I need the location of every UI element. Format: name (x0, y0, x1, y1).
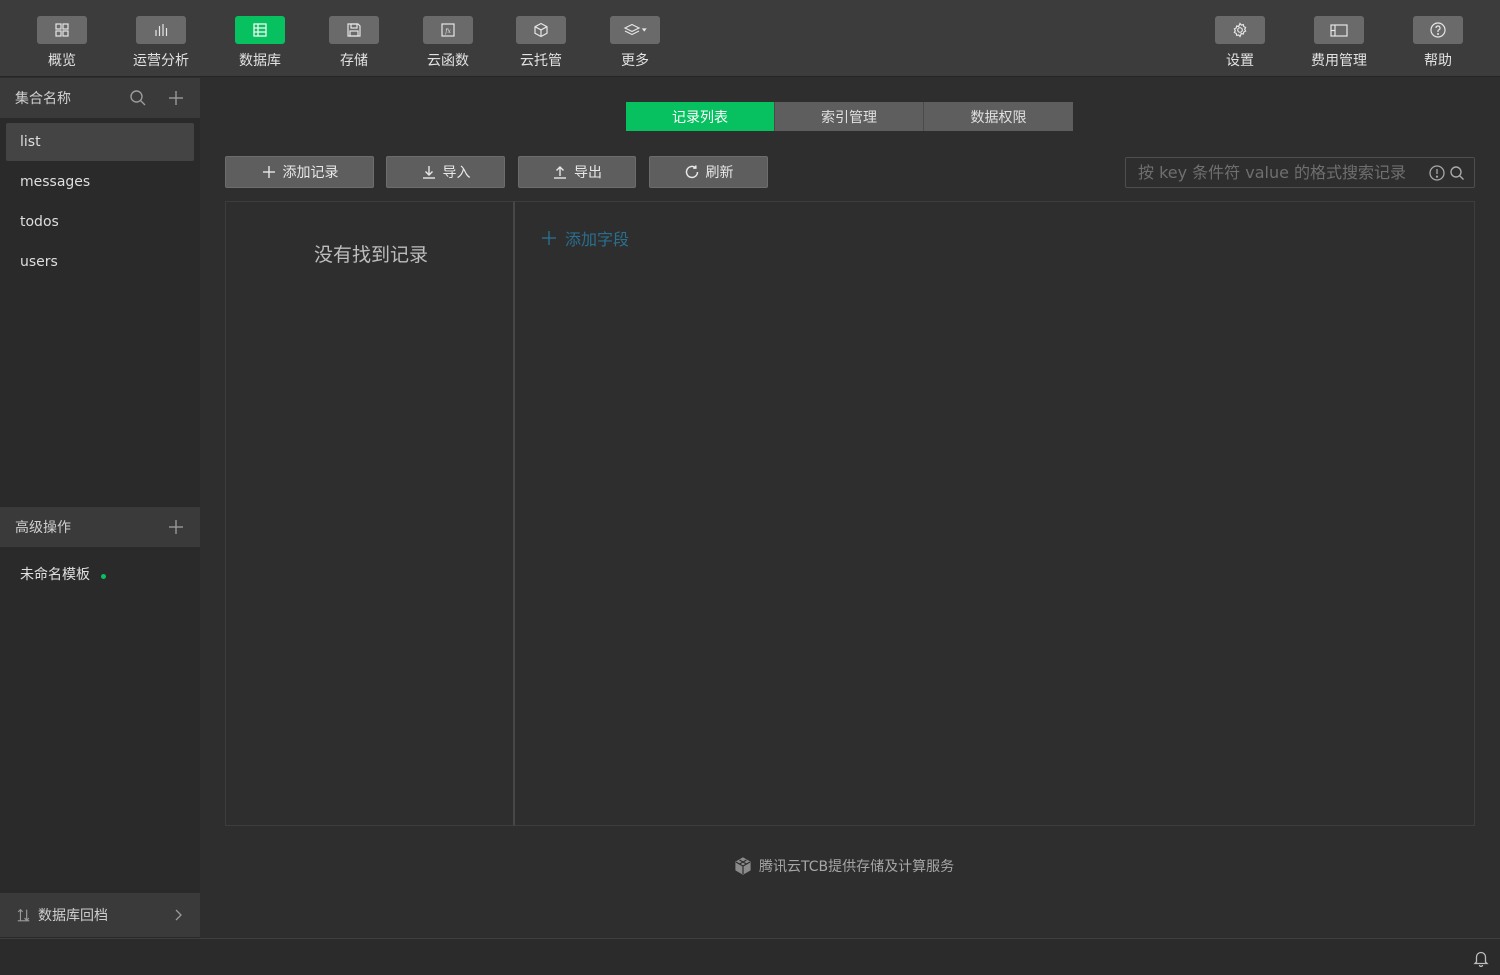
cube-icon (516, 16, 566, 44)
search-icon[interactable] (128, 88, 148, 108)
add-field-label: 添加字段 (565, 230, 630, 249)
record-search (1125, 157, 1475, 188)
collection-name: users (20, 254, 58, 270)
status-bar (0, 938, 1500, 975)
advanced-operations-label: 高级操作 (15, 520, 71, 536)
toolbar-overview-label: 概览 (48, 53, 76, 69)
collection-item-list[interactable]: list (6, 123, 194, 161)
refresh-label: 刷新 (705, 165, 734, 181)
gear-icon (1215, 16, 1265, 44)
info-circle-icon[interactable] (1428, 164, 1446, 182)
tab-index-management[interactable]: 索引管理 (775, 102, 924, 131)
svg-text:fx: fx (444, 28, 451, 35)
collection-name: list (20, 134, 41, 150)
add-template-icon[interactable] (166, 517, 186, 537)
add-collection-icon[interactable] (166, 88, 186, 108)
toolbar-storage-button[interactable]: 存储 (309, 16, 399, 72)
export-button[interactable]: 导出 (518, 156, 636, 188)
function-icon: fx (423, 16, 473, 44)
upload-icon (554, 166, 566, 179)
collection-name: todos (20, 214, 59, 230)
collections-header-label: 集合名称 (15, 91, 71, 107)
record-list-pane: 没有找到记录 (225, 201, 515, 826)
advanced-operations-header: 高级操作 (0, 507, 200, 547)
collections-header: 集合名称 (0, 78, 200, 118)
tab-data-permissions[interactable]: 数据权限 (924, 102, 1073, 131)
billing-icon (1314, 16, 1364, 44)
template-name: 未命名模板 (20, 567, 90, 583)
layers-dropdown-icon (610, 16, 660, 44)
bar-chart-icon (136, 16, 186, 44)
search-icon[interactable] (1448, 164, 1466, 182)
toolbar-analytics-label: 运营分析 (133, 53, 189, 69)
template-item-unnamed[interactable]: 未命名模板 (20, 564, 106, 584)
toolbar-billing-button[interactable]: 费用管理 (1294, 16, 1384, 72)
toolbar-more-label: 更多 (621, 53, 649, 69)
import-button[interactable]: 导入 (386, 156, 505, 188)
chevron-right-icon (175, 909, 182, 921)
toolbar-settings-button[interactable]: 设置 (1195, 16, 1285, 72)
help-circle-icon (1413, 16, 1463, 44)
toolbar-overview-button[interactable]: 概览 (17, 16, 107, 72)
tab-record-list[interactable]: 记录列表 (626, 102, 775, 131)
tcb-logo-icon (735, 857, 751, 875)
main-panel: 记录列表 索引管理 数据权限 添加记录 导入 导出 刷新 没有找到记录 添加字段 (200, 78, 1500, 938)
toolbar-database-button[interactable]: 数据库 (215, 16, 305, 72)
download-icon (422, 166, 435, 179)
add-record-label: 添加记录 (282, 165, 339, 181)
empty-records-message: 没有找到记录 (313, 244, 428, 266)
collection-item-users[interactable]: users (6, 243, 194, 281)
record-search-input[interactable] (1126, 158, 1422, 187)
toolbar-help-button[interactable]: 帮助 (1393, 16, 1483, 72)
rollback-label: 数据库回档 (38, 908, 108, 924)
import-label: 导入 (442, 165, 471, 181)
floppy-disk-icon (329, 16, 379, 44)
top-toolbar: 概览 运营分析 数据库 存储 fx 云函数 云托管 更多 设置 费用管理 帮助 (0, 0, 1500, 77)
export-label: 导出 (574, 165, 602, 181)
toolbar-settings-label: 设置 (1226, 53, 1254, 69)
sort-arrows-icon (17, 908, 30, 922)
provider-note-text: 腾讯云TCB提供存储及计算服务 (759, 859, 955, 875)
refresh-button[interactable]: 刷新 (649, 156, 768, 188)
database-icon (235, 16, 285, 44)
collection-name: messages (20, 174, 91, 190)
database-rollback-button[interactable]: 数据库回档 (0, 893, 200, 937)
toolbar-billing-label: 费用管理 (1311, 53, 1367, 69)
toolbar-storage-label: 存储 (340, 53, 368, 69)
bell-icon[interactable] (1472, 949, 1490, 967)
toolbar-cloud-function-label: 云函数 (427, 53, 469, 69)
unsaved-dot-icon (101, 573, 106, 579)
view-tabs: 记录列表 索引管理 数据权限 (626, 102, 1073, 131)
toolbar-more-button[interactable]: 更多 (590, 16, 680, 72)
add-record-button[interactable]: 添加记录 (225, 156, 374, 188)
grid-icon (37, 16, 87, 44)
toolbar-cloud-hosting-button[interactable]: 云托管 (496, 16, 586, 72)
collection-item-messages[interactable]: messages (6, 163, 194, 201)
record-detail-pane: 添加字段 (515, 201, 1475, 826)
provider-note: 腾讯云TCB提供存储及计算服务 (733, 856, 954, 876)
toolbar-help-label: 帮助 (1424, 53, 1452, 69)
refresh-icon (685, 165, 698, 179)
toolbar-analytics-button[interactable]: 运营分析 (116, 16, 206, 72)
toolbar-cloud-hosting-label: 云托管 (520, 53, 562, 69)
collection-sidebar: 集合名称 list messages todos users 高级操作 未命名模… (0, 78, 200, 938)
toolbar-database-label: 数据库 (239, 53, 281, 69)
collection-item-todos[interactable]: todos (6, 203, 194, 241)
add-field-button[interactable]: 添加字段 (541, 226, 629, 250)
plus-icon (542, 231, 556, 245)
plus-icon (262, 166, 275, 178)
toolbar-cloud-function-button[interactable]: fx 云函数 (403, 16, 493, 72)
